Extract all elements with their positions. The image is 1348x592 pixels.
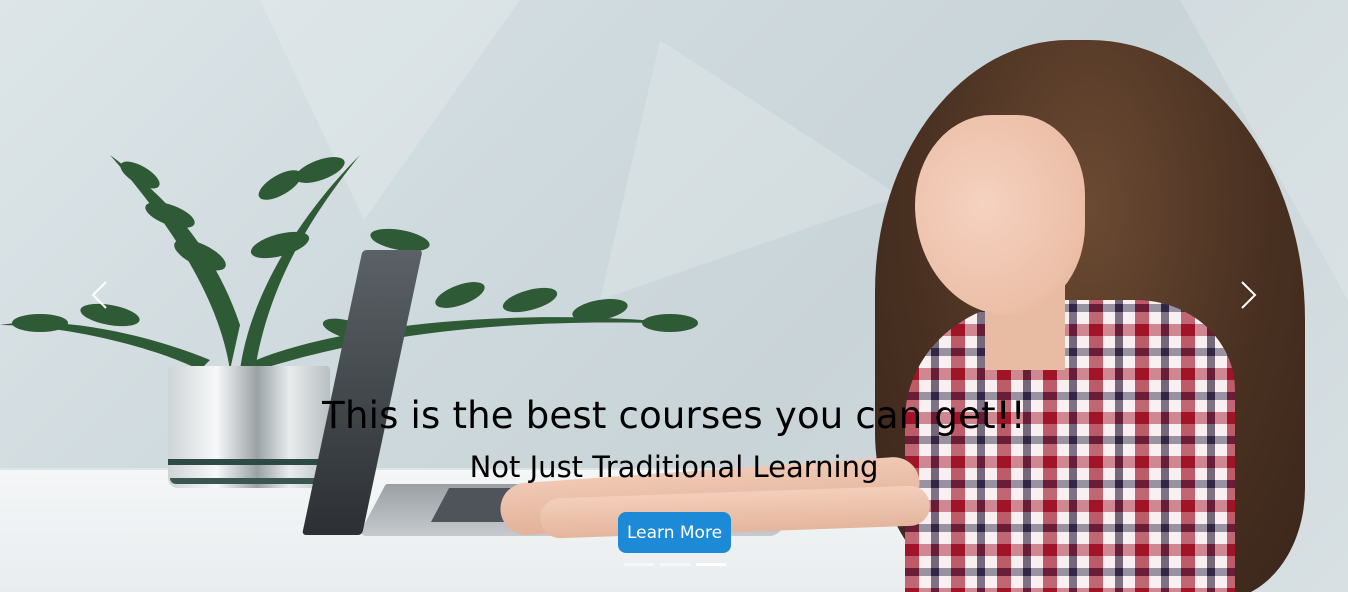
- hero-subheadline: Not Just Traditional Learning: [469, 450, 879, 484]
- hero-headline: This is the best courses you can get!!: [322, 394, 1026, 437]
- carousel-indicator-3[interactable]: [696, 563, 726, 566]
- carousel-indicators: [624, 563, 726, 566]
- chevron-right-icon: [1241, 281, 1257, 309]
- hero-carousel: This is the best courses you can get!! N…: [0, 0, 1348, 592]
- chevron-left-icon: [91, 281, 107, 309]
- learn-more-button[interactable]: Learn More: [618, 512, 731, 553]
- carousel-prev-control[interactable]: [86, 280, 116, 310]
- carousel-indicator-2[interactable]: [660, 563, 690, 566]
- carousel-next-control[interactable]: [1232, 280, 1262, 310]
- carousel-indicator-1[interactable]: [624, 563, 654, 566]
